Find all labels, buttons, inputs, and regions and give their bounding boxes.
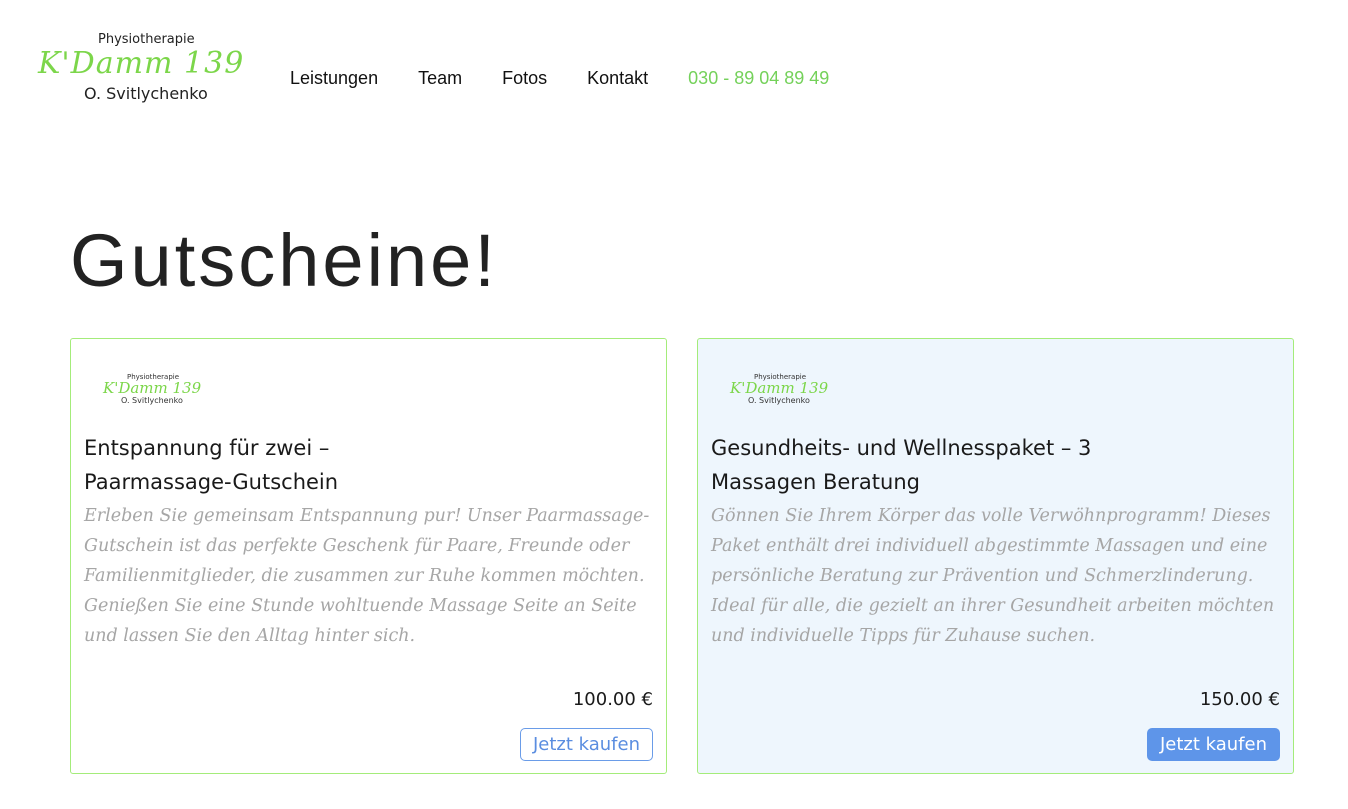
voucher-logo-name: K'Damm 139 bbox=[103, 379, 202, 397]
page-title: Gutscheine! bbox=[70, 219, 498, 302]
nav-phone-link[interactable]: 030 - 89 04 89 49 bbox=[688, 68, 829, 89]
nav-item-team[interactable]: Team bbox=[418, 68, 462, 89]
brand-logo[interactable]: Physiotherapie K'Damm 139 O. Svitlychenk… bbox=[38, 28, 253, 108]
voucher-logo: Physiotherapie K'Damm 139 O. Svitlychenk… bbox=[103, 371, 203, 407]
logo-owner: O. Svitlychenko bbox=[84, 84, 208, 103]
logo-name: K'Damm 139 bbox=[38, 46, 245, 81]
nav-item-leistungen[interactable]: Leistungen bbox=[290, 68, 378, 89]
site-header: Physiotherapie K'Damm 139 O. Svitlychenk… bbox=[0, 0, 1348, 140]
logo-subtitle: Physiotherapie bbox=[98, 32, 195, 47]
voucher-card-wellness-package: Physiotherapie K'Damm 139 O. Svitlychenk… bbox=[697, 338, 1294, 774]
voucher-logo: Physiotherapie K'Damm 139 O. Svitlychenk… bbox=[730, 371, 830, 407]
main-nav: Leistungen Team Fotos Kontakt 030 - 89 0… bbox=[290, 67, 829, 89]
voucher-price: 100.00 € bbox=[572, 689, 653, 710]
nav-item-fotos[interactable]: Fotos bbox=[502, 68, 547, 89]
nav-item-kontakt[interactable]: Kontakt bbox=[587, 68, 648, 89]
voucher-title: Entspannung für zwei – Paarmassage-Gutsc… bbox=[84, 436, 339, 494]
voucher-logo-owner: O. Svitlychenko bbox=[748, 396, 810, 405]
voucher-card-couple-massage: Physiotherapie K'Damm 139 O. Svitlychenk… bbox=[70, 338, 667, 774]
voucher-description: Erleben Sie gemeinsam Entspannung pur! U… bbox=[84, 506, 650, 646]
buy-button[interactable]: Jetzt kaufen bbox=[1146, 728, 1280, 761]
voucher-title: Gesundheits- und Wellnesspaket – 3 Massa… bbox=[711, 436, 1092, 494]
voucher-description: Gönnen Sie Ihrem Körper das volle Verwöh… bbox=[711, 506, 1275, 646]
voucher-logo-name: K'Damm 139 bbox=[730, 379, 829, 397]
buy-button[interactable]: Jetzt kaufen bbox=[519, 728, 653, 761]
voucher-logo-owner: O. Svitlychenko bbox=[121, 396, 183, 405]
voucher-price: 150.00 € bbox=[1199, 689, 1280, 710]
